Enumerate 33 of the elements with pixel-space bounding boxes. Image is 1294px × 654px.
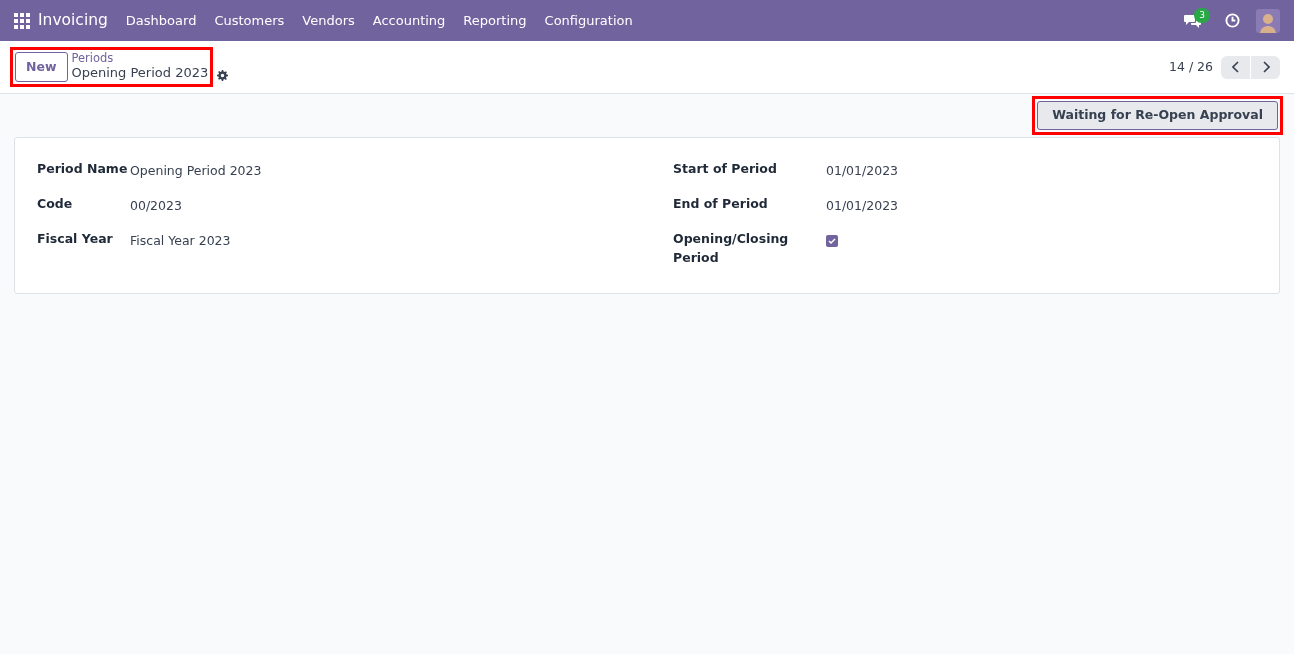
record-title: Opening Period 2023 <box>71 65 209 83</box>
menu-item[interactable]: Vendors <box>302 10 355 31</box>
chevron-left-icon <box>1231 61 1240 73</box>
field-value: 01/01/2023 <box>826 197 899 213</box>
field-label: Opening/Closing Period <box>673 229 790 267</box>
field-value: 01/01/2023 <box>826 162 899 178</box>
app-grid-icon[interactable] <box>14 12 30 29</box>
field-value: Fiscal Year 2023 <box>130 232 231 248</box>
pager-counter: 14 / 26 <box>1169 57 1213 76</box>
new-button[interactable]: New <box>15 51 68 83</box>
breadcrumb-link[interactable]: Periods <box>71 51 209 66</box>
menu-item[interactable]: Dashboard <box>125 10 197 31</box>
field-label: Period Name <box>37 159 129 178</box>
field-value: 00/2023 <box>130 197 182 213</box>
app-name[interactable]: Invoicing <box>38 8 108 33</box>
menu-item[interactable]: Configuration <box>544 10 633 31</box>
next-button[interactable] <box>1251 55 1280 79</box>
checkbox[interactable] <box>826 234 838 247</box>
menu-item[interactable]: Customers <box>214 10 285 31</box>
field-label: Code <box>37 194 74 213</box>
settings-icon[interactable] <box>217 69 229 81</box>
message-count: 3 <box>1194 7 1210 23</box>
clock-icon[interactable] <box>1225 13 1240 28</box>
menu-item[interactable]: Reporting <box>463 10 527 31</box>
menu-item[interactable]: Accounting <box>372 10 446 31</box>
field-value: Opening Period 2023 <box>130 162 262 178</box>
status-button[interactable]: Waiting for Re-Open Approval <box>1037 101 1278 130</box>
field-label: Fiscal Year <box>37 229 114 248</box>
field-label: Start of Period <box>673 159 778 178</box>
field-label: End of Period <box>673 194 769 213</box>
user-avatar[interactable] <box>1256 8 1280 33</box>
chevron-right-icon <box>1261 61 1270 73</box>
previous-button[interactable] <box>1221 55 1250 79</box>
